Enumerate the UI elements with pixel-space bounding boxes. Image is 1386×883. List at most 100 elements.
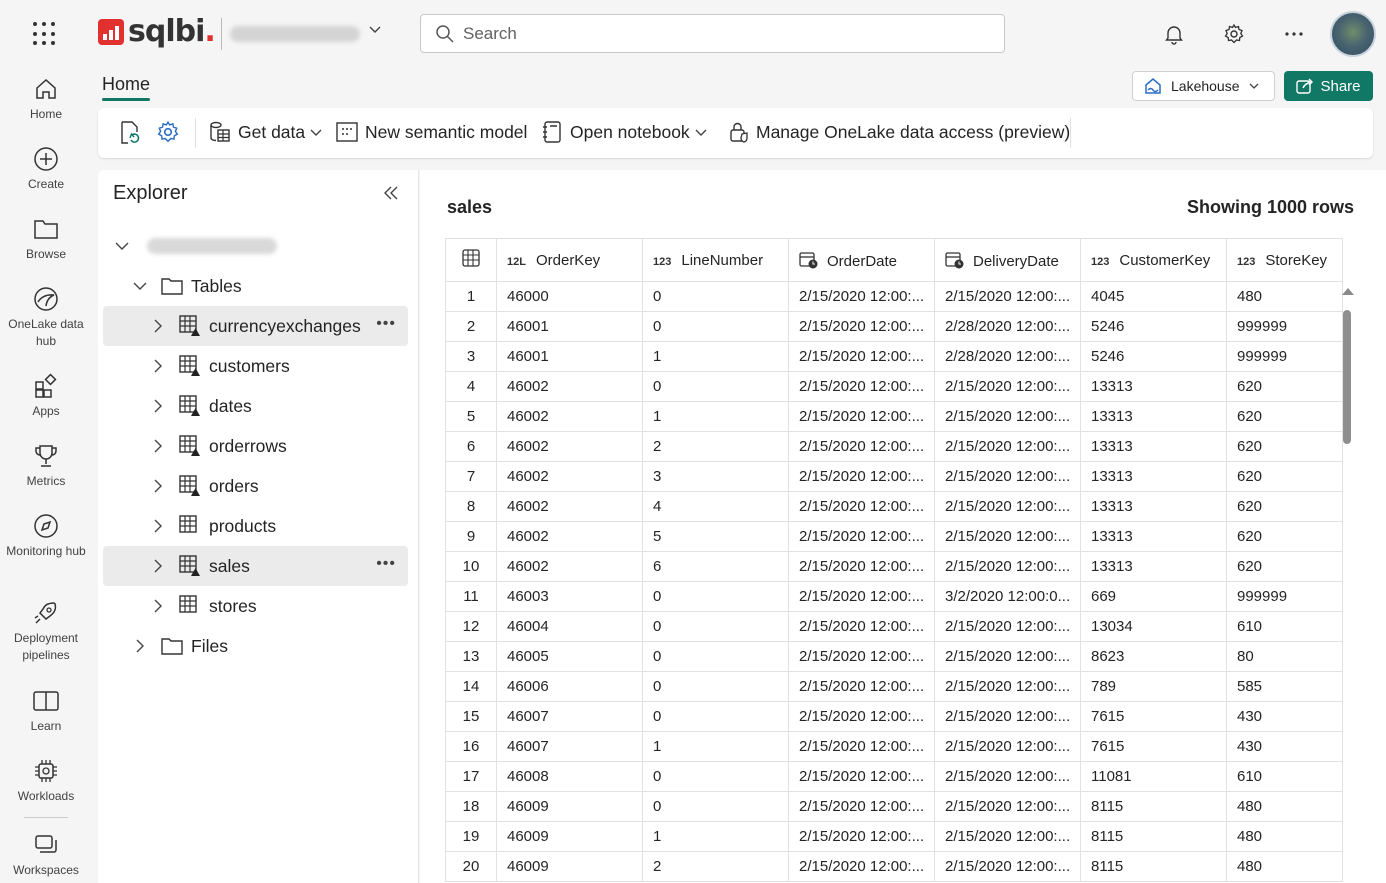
cell-orderkey[interactable]: 46002 (496, 401, 643, 432)
cell-orderdate[interactable]: 2/15/2020 12:00:... (788, 341, 935, 372)
cell-deliverydate[interactable]: 2/28/2020 12:00:... (934, 341, 1081, 372)
cell-orderkey[interactable]: 46006 (496, 671, 643, 702)
get-data-button[interactable]: Get data (208, 120, 323, 144)
cell-orderkey[interactable]: 46002 (496, 551, 643, 582)
table-node-stores[interactable]: stores (103, 586, 408, 626)
table-row[interactable]: 6 46002 2 2/15/2020 12:00:... 2/15/2020 12:0… (445, 431, 1343, 462)
cell-row-number[interactable]: 19 (445, 821, 497, 852)
manage-onelake-access-button[interactable]: Manage OneLake data access (preview) (728, 120, 1070, 144)
cell-linenumber[interactable]: 0 (642, 701, 789, 732)
tables-folder[interactable]: Tables (103, 266, 408, 306)
cell-row-number[interactable]: 5 (445, 401, 497, 432)
cell-orderkey[interactable]: 46002 (496, 431, 643, 462)
table-row[interactable]: 20 46009 2 2/15/2020 12:00:... 2/15/2020 12:… (445, 851, 1343, 882)
cell-orderdate[interactable]: 2/15/2020 12:00:... (788, 371, 935, 402)
cell-deliverydate[interactable]: 2/28/2020 12:00:... (934, 311, 1081, 342)
cell-orderkey[interactable]: 46007 (496, 731, 643, 762)
cell-linenumber[interactable]: 0 (642, 671, 789, 702)
cell-storekey[interactable]: 480 (1226, 821, 1343, 852)
cell-orderdate[interactable]: 2/15/2020 12:00:... (788, 611, 935, 642)
gear-icon[interactable] (1222, 22, 1246, 46)
cell-customerkey[interactable]: 5246 (1080, 311, 1227, 342)
cell-storekey[interactable]: 585 (1226, 671, 1343, 702)
cell-linenumber[interactable]: 0 (642, 311, 789, 342)
nav-browse[interactable]: Browse (0, 214, 92, 263)
table-node-currencyexchanges[interactable]: currencyexchanges ••• (103, 306, 408, 346)
cell-orderkey[interactable]: 46000 (496, 281, 643, 312)
cell-deliverydate[interactable]: 2/15/2020 12:00:... (934, 401, 1081, 432)
table-row[interactable]: 12 46004 0 2/15/2020 12:00:... 2/15/2020 12:… (445, 611, 1343, 642)
table-row[interactable]: 16 46007 1 2/15/2020 12:00:... 2/15/2020 12:… (445, 731, 1343, 762)
cell-customerkey[interactable]: 8115 (1080, 821, 1227, 852)
cell-storekey[interactable]: 480 (1226, 791, 1343, 822)
table-node-products[interactable]: products (103, 506, 408, 546)
cell-orderkey[interactable]: 46009 (496, 821, 643, 852)
table-row[interactable]: 14 46006 0 2/15/2020 12:00:... 2/15/2020 12:… (445, 671, 1343, 702)
table-row[interactable]: 8 46002 4 2/15/2020 12:00:... 2/15/2020 12:0… (445, 491, 1343, 522)
cell-deliverydate[interactable]: 2/15/2020 12:00:... (934, 281, 1081, 312)
cell-orderdate[interactable]: 2/15/2020 12:00:... (788, 821, 935, 852)
cell-orderdate[interactable]: 2/15/2020 12:00:... (788, 461, 935, 492)
cell-row-number[interactable]: 14 (445, 671, 497, 702)
cell-deliverydate[interactable]: 3/2/2020 12:00:0... (934, 581, 1081, 612)
cell-orderdate[interactable]: 2/15/2020 12:00:... (788, 851, 935, 882)
cell-deliverydate[interactable]: 2/15/2020 12:00:... (934, 641, 1081, 672)
cell-row-number[interactable]: 7 (445, 461, 497, 492)
cell-orderkey[interactable]: 46002 (496, 371, 643, 402)
cell-linenumber[interactable]: 3 (642, 461, 789, 492)
cell-customerkey[interactable]: 4045 (1080, 281, 1227, 312)
cell-deliverydate[interactable]: 2/15/2020 12:00:... (934, 491, 1081, 522)
cell-linenumber[interactable]: 1 (642, 401, 789, 432)
cell-storekey[interactable]: 620 (1226, 551, 1343, 582)
cell-deliverydate[interactable]: 2/15/2020 12:00:... (934, 371, 1081, 402)
cell-storekey[interactable]: 610 (1226, 611, 1343, 642)
table-row[interactable]: 19 46009 1 2/15/2020 12:00:... 2/15/2020 12:… (445, 821, 1343, 852)
table-node-customers[interactable]: customers (103, 346, 408, 386)
column-header-orderdate[interactable]: OrderDate (788, 238, 935, 282)
cell-row-number[interactable]: 11 (445, 581, 497, 612)
nav-learn[interactable]: Learn (0, 686, 92, 735)
cell-orderdate[interactable]: 2/15/2020 12:00:... (788, 701, 935, 732)
table-node-orders[interactable]: orders (103, 466, 408, 506)
cell-linenumber[interactable]: 1 (642, 341, 789, 372)
cell-deliverydate[interactable]: 2/15/2020 12:00:... (934, 461, 1081, 492)
cell-linenumber[interactable]: 0 (642, 281, 789, 312)
collapse-pane-icon[interactable] (382, 182, 400, 208)
cell-deliverydate[interactable]: 2/15/2020 12:00:... (934, 821, 1081, 852)
nav-monitoring[interactable]: Monitoring hub (0, 511, 92, 560)
cell-row-number[interactable]: 12 (445, 611, 497, 642)
cell-customerkey[interactable]: 13313 (1080, 461, 1227, 492)
cell-deliverydate[interactable]: 2/15/2020 12:00:... (934, 521, 1081, 552)
cell-row-number[interactable]: 6 (445, 431, 497, 462)
cell-row-number[interactable]: 20 (445, 851, 497, 882)
cell-storekey[interactable]: 999999 (1226, 311, 1343, 342)
tab-home[interactable]: Home (102, 74, 151, 101)
table-node-dates[interactable]: dates (103, 386, 408, 426)
waffle-icon[interactable] (30, 19, 60, 49)
column-header-deliverydate[interactable]: DeliveryDate (934, 238, 1081, 282)
cell-row-number[interactable]: 1 (445, 281, 497, 312)
cell-orderdate[interactable]: 2/15/2020 12:00:... (788, 311, 935, 342)
cell-orderkey[interactable]: 46001 (496, 341, 643, 372)
table-node-sales[interactable]: sales ••• (103, 546, 408, 586)
cell-deliverydate[interactable]: 2/15/2020 12:00:... (934, 671, 1081, 702)
select-all-table-icon[interactable] (445, 238, 497, 282)
cell-orderdate[interactable]: 2/15/2020 12:00:... (788, 401, 935, 432)
cell-row-number[interactable]: 16 (445, 731, 497, 762)
nav-workloads[interactable]: Workloads (0, 756, 92, 805)
table-row[interactable]: 2 46001 0 2/15/2020 12:00:... 2/28/2020 12:0… (445, 311, 1343, 342)
cell-orderdate[interactable]: 2/15/2020 12:00:... (788, 431, 935, 462)
cell-customerkey[interactable]: 13034 (1080, 611, 1227, 642)
more-icon[interactable]: ••• (376, 555, 396, 573)
cell-storekey[interactable]: 999999 (1226, 341, 1343, 372)
cell-linenumber[interactable]: 2 (642, 851, 789, 882)
cell-storekey[interactable]: 620 (1226, 431, 1343, 462)
cell-orderdate[interactable]: 2/15/2020 12:00:... (788, 731, 935, 762)
table-row[interactable]: 9 46002 5 2/15/2020 12:00:... 2/15/2020 12:0… (445, 521, 1343, 552)
lakehouse-node[interactable] (103, 226, 408, 266)
nav-deployment[interactable]: Deployment pipelines (0, 598, 92, 664)
cell-deliverydate[interactable]: 2/15/2020 12:00:... (934, 851, 1081, 882)
cell-row-number[interactable]: 9 (445, 521, 497, 552)
cell-orderdate[interactable]: 2/15/2020 12:00:... (788, 521, 935, 552)
cell-orderkey[interactable]: 46004 (496, 611, 643, 642)
